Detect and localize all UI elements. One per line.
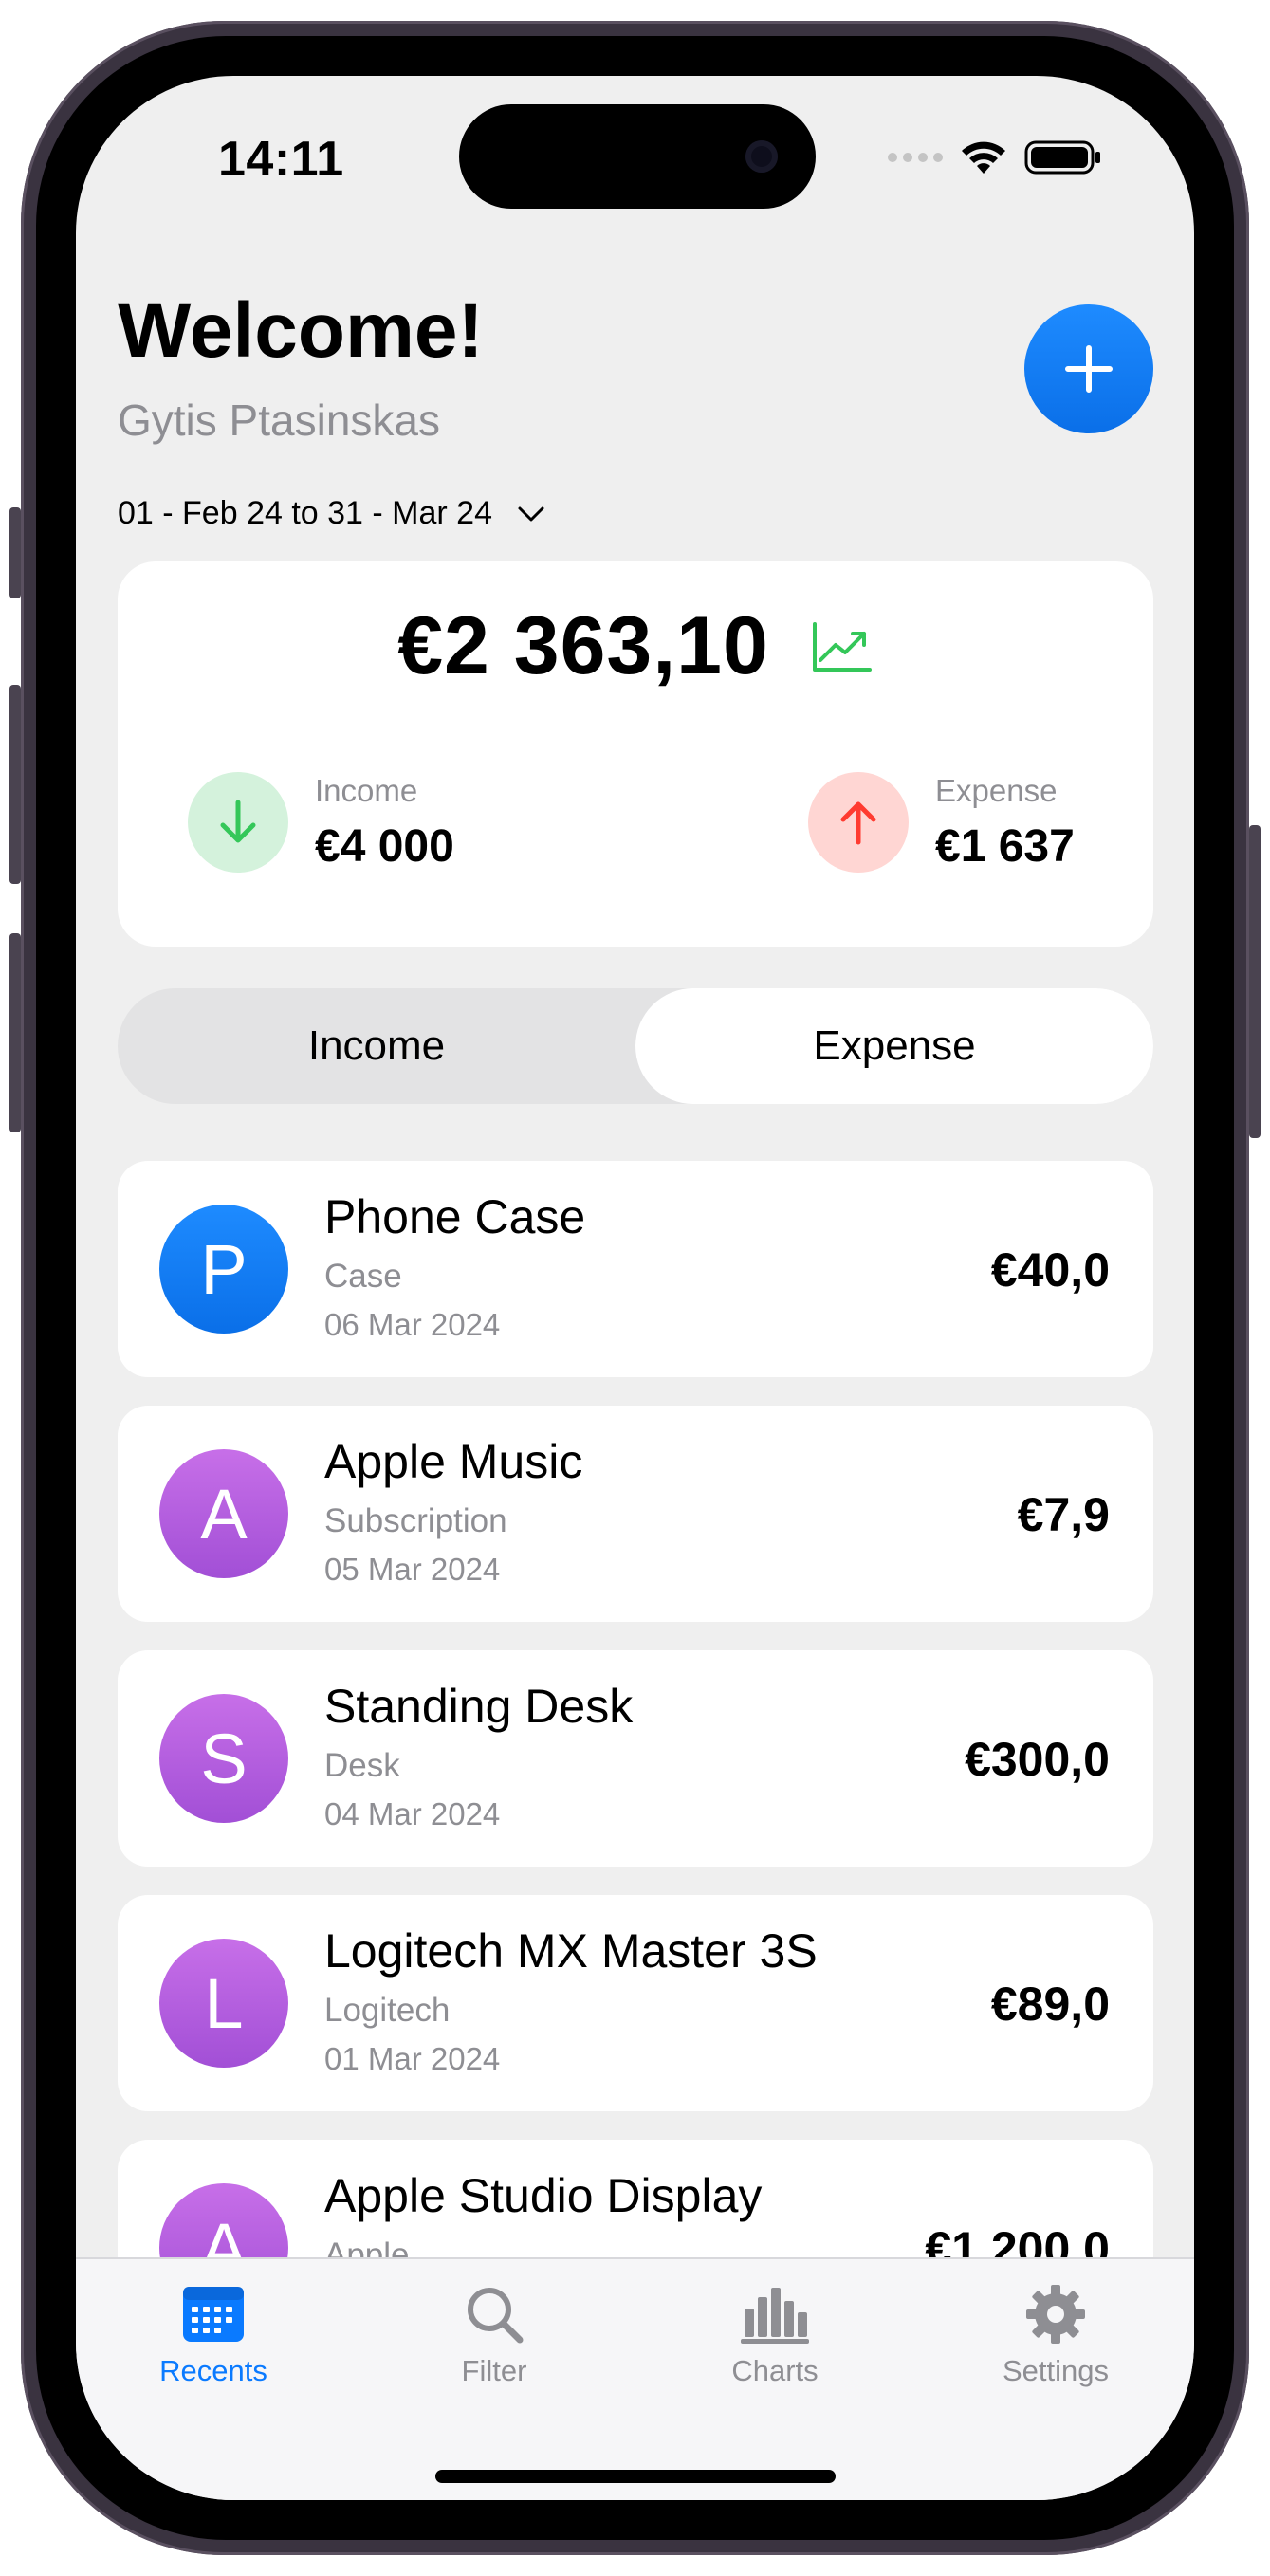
transaction-amount: €89,0 bbox=[990, 1978, 1110, 2031]
battery-icon bbox=[1024, 140, 1100, 175]
status-time: 14:11 bbox=[218, 132, 344, 187]
income-value: €4 000 bbox=[315, 820, 454, 872]
home-indicator[interactable] bbox=[435, 2470, 836, 2483]
transaction-category: Desk bbox=[324, 1747, 400, 1784]
wifi-icon bbox=[962, 141, 1005, 174]
cellular-signal-icon bbox=[888, 153, 943, 162]
list-item[interactable]: A Apple Music Subscription 05 Mar 2024 €… bbox=[118, 1406, 1153, 1622]
expense-icon-circle bbox=[808, 772, 909, 873]
transaction-title: Standing Desk bbox=[324, 1680, 634, 1733]
avatar: P bbox=[159, 1205, 288, 1334]
list-item[interactable]: P Phone Case Case 06 Mar 2024 €40,0 bbox=[118, 1161, 1153, 1377]
expense-label: Expense bbox=[935, 772, 1058, 808]
expense-value: €1 637 bbox=[935, 820, 1075, 872]
plus-icon bbox=[1065, 345, 1113, 393]
tab-settings[interactable]: Settings bbox=[942, 2284, 1169, 2388]
transaction-date: 01 Mar 2024 bbox=[324, 2041, 501, 2076]
camera-icon bbox=[745, 140, 778, 173]
transaction-title: Apple Music bbox=[324, 1435, 583, 1488]
tab-recents[interactable]: Recents bbox=[100, 2284, 327, 2388]
avatar: S bbox=[159, 1694, 288, 1823]
income-icon-circle bbox=[188, 772, 288, 873]
search-icon bbox=[468, 2288, 524, 2344]
screen: 14:11 Welcome! Gytis Ptasinskas 01 - Feb… bbox=[76, 76, 1194, 2500]
list-item[interactable]: L Logitech MX Master 3S Logitech 01 Mar … bbox=[118, 1895, 1153, 2111]
tab-filter[interactable]: Filter bbox=[380, 2284, 608, 2388]
avatar: A bbox=[159, 1449, 288, 1578]
transaction-title: Apple Studio Display bbox=[324, 2169, 763, 2222]
transaction-date: 04 Mar 2024 bbox=[324, 1796, 501, 1831]
transaction-category: Logitech bbox=[324, 1992, 451, 2029]
tab-label: Filter bbox=[461, 2354, 527, 2387]
action-button bbox=[9, 507, 21, 598]
segment-income[interactable]: Income bbox=[118, 988, 635, 1104]
income-label: Income bbox=[315, 772, 418, 808]
transaction-amount: €40,0 bbox=[990, 1243, 1110, 1297]
income-stat: Income €4 000 bbox=[188, 772, 454, 873]
status-indicators bbox=[888, 138, 1104, 176]
tab-bar: Recents Filter Charts Settings bbox=[76, 2257, 1194, 2500]
calendar-icon bbox=[183, 2287, 244, 2342]
tab-label: Settings bbox=[1002, 2354, 1109, 2387]
date-range-label: 01 - Feb 24 to 31 - Mar 24 bbox=[118, 495, 492, 531]
chevron-down-icon bbox=[518, 506, 544, 521]
username: Gytis Ptasinskas bbox=[118, 396, 440, 445]
volume-up-button bbox=[9, 685, 21, 884]
transaction-date: 05 Mar 2024 bbox=[324, 1552, 501, 1587]
add-transaction-button[interactable] bbox=[1024, 304, 1153, 433]
balance-total: €2 363,10 bbox=[397, 600, 769, 691]
transaction-category: Subscription bbox=[324, 1502, 507, 1539]
list-item[interactable]: S Standing Desk Desk 04 Mar 2024 €300,0 bbox=[118, 1650, 1153, 1867]
power-button bbox=[1249, 825, 1261, 1138]
income-expense-segmented-control: Income Expense bbox=[118, 988, 1153, 1104]
transaction-amount: €7,9 bbox=[1017, 1488, 1110, 1541]
tab-charts[interactable]: Charts bbox=[661, 2284, 889, 2388]
transaction-date: 06 Mar 2024 bbox=[324, 1307, 501, 1342]
segment-expense[interactable]: Expense bbox=[635, 988, 1153, 1104]
tab-label: Recents bbox=[159, 2354, 267, 2387]
transaction-amount: €300,0 bbox=[965, 1733, 1110, 1786]
trending-up-icon bbox=[812, 621, 872, 672]
dynamic-island bbox=[459, 104, 816, 209]
expense-stat: Expense €1 637 bbox=[808, 772, 1075, 873]
tab-label: Charts bbox=[731, 2354, 819, 2387]
chart-bar-icon bbox=[741, 2288, 809, 2344]
date-range-picker[interactable]: 01 - Feb 24 to 31 - Mar 24 bbox=[118, 495, 545, 532]
avatar: L bbox=[159, 1939, 288, 2068]
transaction-title: Phone Case bbox=[324, 1190, 586, 1243]
page-title: Welcome! bbox=[118, 287, 484, 374]
balance-card: €2 363,10 Income €4 000 Expense €1 637 bbox=[118, 561, 1153, 947]
transaction-category: Case bbox=[324, 1258, 402, 1295]
volume-down-button bbox=[9, 933, 21, 1132]
transaction-title: Logitech MX Master 3S bbox=[324, 1924, 818, 1978]
balance-row: €2 363,10 bbox=[118, 599, 1153, 693]
gear-icon bbox=[1026, 2285, 1085, 2344]
arrow-up-icon bbox=[840, 801, 876, 845]
arrow-down-icon bbox=[220, 800, 256, 843]
